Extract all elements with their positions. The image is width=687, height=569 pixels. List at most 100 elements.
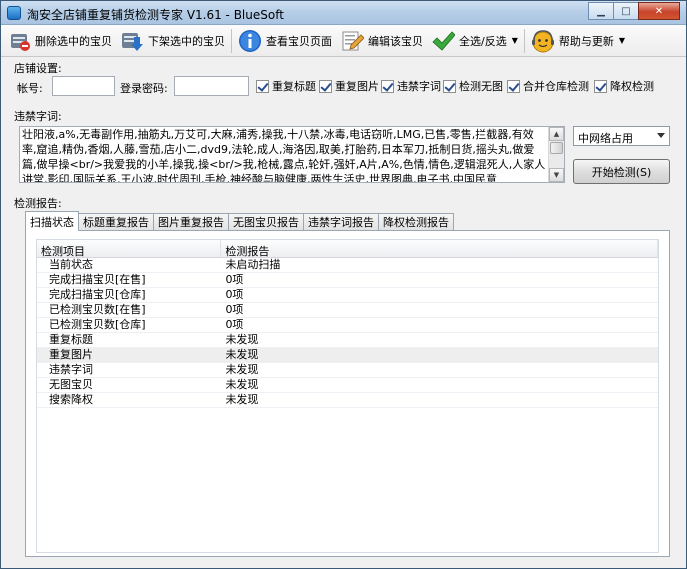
close-icon: ✕ bbox=[654, 5, 664, 17]
start-check-button[interactable]: 开始检测(S) bbox=[573, 159, 670, 184]
table-row[interactable]: 违禁字词 未发现 bbox=[37, 363, 658, 378]
banned-words-label: 违禁字词: bbox=[14, 110, 62, 123]
shop-settings-label: 店铺设置: bbox=[14, 62, 62, 75]
edit-pencil-icon bbox=[340, 29, 365, 53]
password-input[interactable] bbox=[174, 76, 249, 96]
network-mode-value: 中网络占用 bbox=[578, 132, 633, 145]
tab-downrank[interactable]: 降权检测报告 bbox=[378, 213, 454, 230]
account-input[interactable] bbox=[52, 76, 115, 96]
view-item-page-label: 查看宝贝页面 bbox=[266, 34, 332, 48]
row-item: 完成扫描宝贝[在售] bbox=[49, 273, 146, 286]
scan-status-panel: 检测项目 检测报告 当前状态 未启动扫描 完成扫描宝贝[在售] 0项 完成扫描宝贝[… bbox=[25, 230, 670, 557]
table-row[interactable]: 无图宝贝 未发现 bbox=[37, 378, 658, 393]
grid-header: 检测项目 检测报告 bbox=[37, 240, 658, 258]
check-duplicate-title[interactable]: 重复标题 bbox=[256, 78, 316, 94]
download-arrow-icon bbox=[120, 29, 144, 53]
checkbox-checked[interactable] bbox=[381, 79, 394, 93]
check-downrank[interactable]: 降权检测 bbox=[594, 78, 654, 94]
maximize-button[interactable]: □ bbox=[613, 2, 639, 20]
table-row[interactable]: 搜索降权 未发现 bbox=[37, 393, 658, 408]
select-all-toggle-button[interactable]: 全选/反选 ▼ bbox=[427, 26, 522, 56]
app-icon bbox=[7, 6, 21, 20]
check-label: 重复标题 bbox=[272, 80, 316, 93]
table-row[interactable]: 已检测宝贝数[仓库] 0项 bbox=[37, 318, 658, 333]
check-duplicate-image[interactable]: 重复图片 bbox=[319, 78, 379, 94]
row-result: 未发现 bbox=[225, 333, 259, 346]
main-window: 淘安全店铺重复铺货检测专家 V1.61 - BlueSoft ▁ □ ✕ 删除选… bbox=[0, 0, 687, 569]
row-result: 未发现 bbox=[225, 363, 259, 376]
check-label: 合并仓库检测 bbox=[523, 80, 589, 93]
tab-no-image[interactable]: 无图宝贝报告 bbox=[228, 213, 304, 230]
report-label: 检测报告: bbox=[14, 197, 62, 210]
row-item: 搜索降权 bbox=[49, 393, 93, 406]
row-result: 未发现 bbox=[225, 378, 259, 391]
help-update-button[interactable]: 帮助与更新 ▼ bbox=[527, 26, 629, 56]
vertical-scrollbar[interactable]: ▲ ▼ bbox=[548, 127, 564, 182]
support-agent-icon bbox=[531, 29, 555, 53]
row-result: 0项 bbox=[225, 288, 244, 301]
window-title: 淘安全店铺重复铺货检测专家 V1.61 - BlueSoft bbox=[27, 8, 284, 22]
table-row[interactable]: 完成扫描宝贝[仓库] 0项 bbox=[37, 288, 658, 303]
info-icon bbox=[238, 29, 262, 53]
delist-selected-button[interactable]: 下架选中的宝贝 bbox=[116, 26, 229, 56]
title-bar[interactable]: 淘安全店铺重复铺货检测专家 V1.61 - BlueSoft ▁ □ ✕ bbox=[1, 1, 686, 25]
toolbar-separator bbox=[231, 28, 232, 53]
check-no-image[interactable]: 检测无图 bbox=[443, 78, 503, 94]
account-label: 帐号: bbox=[17, 82, 43, 95]
table-row[interactable]: 重复图片 未发现 bbox=[37, 348, 658, 363]
checkbox-checked[interactable] bbox=[594, 79, 607, 93]
check-label: 重复图片 bbox=[335, 80, 379, 93]
row-result: 未启动扫描 bbox=[225, 258, 281, 271]
select-all-toggle-label: 全选/反选 bbox=[459, 34, 507, 48]
table-row[interactable]: 已检测宝贝数[在售] 0项 bbox=[37, 303, 658, 318]
minimize-button[interactable]: ▁ bbox=[588, 2, 614, 20]
row-result: 未发现 bbox=[225, 393, 259, 406]
row-item: 违禁字词 bbox=[49, 363, 93, 376]
edit-item-label: 编辑该宝贝 bbox=[368, 34, 423, 48]
window-controls: ▁ □ ✕ bbox=[588, 2, 680, 20]
delete-selected-button[interactable]: 删除选中的宝贝 bbox=[3, 26, 116, 56]
row-item: 已检测宝贝数[仓库] bbox=[49, 318, 146, 331]
table-row[interactable]: 完成扫描宝贝[在售] 0项 bbox=[37, 273, 658, 288]
checkbox-checked[interactable] bbox=[319, 79, 332, 93]
tab-banned-words[interactable]: 违禁字词报告 bbox=[303, 213, 379, 230]
row-item: 无图宝贝 bbox=[49, 378, 93, 391]
row-result: 0项 bbox=[225, 273, 244, 286]
table-row[interactable]: 重复标题 未发现 bbox=[37, 333, 658, 348]
checkbox-checked[interactable] bbox=[256, 79, 269, 93]
banned-words-textarea[interactable]: 壮阳液,a%,无毒副作用,抽筋丸,万艾可,大麻,浦秀,操我,十八禁,冰毒,电话窃… bbox=[19, 126, 565, 183]
checkmark-icon bbox=[431, 29, 456, 53]
toolbar-separator bbox=[523, 28, 525, 53]
column-header[interactable]: 检测项目 bbox=[37, 240, 222, 258]
edit-item-button[interactable]: 编辑该宝贝 bbox=[336, 26, 427, 56]
scroll-up-icon[interactable]: ▲ bbox=[549, 127, 564, 141]
check-merge-warehouse[interactable]: 合并仓库检测 bbox=[507, 78, 589, 94]
row-item: 当前状态 bbox=[49, 258, 93, 271]
row-result: 0项 bbox=[225, 303, 244, 316]
tab-scan-status[interactable]: 扫描状态 bbox=[25, 211, 79, 231]
close-button[interactable]: ✕ bbox=[638, 2, 680, 20]
checkbox-checked[interactable] bbox=[443, 79, 456, 93]
password-label: 登录密码: bbox=[120, 82, 168, 95]
toolbar: 删除选中的宝贝 下架选中的宝贝 查看宝贝页面 编辑该宝贝 全选/反选 ▼ 帮助与… bbox=[1, 25, 686, 57]
scroll-down-icon[interactable]: ▼ bbox=[549, 168, 564, 182]
banned-words-text: 壮阳液,a%,无毒副作用,抽筋丸,万艾可,大麻,浦秀,操我,十八禁,冰毒,电话窃… bbox=[22, 128, 546, 183]
view-item-page-button[interactable]: 查看宝贝页面 bbox=[234, 26, 336, 56]
tab-image-duplicate[interactable]: 图片重复报告 bbox=[153, 213, 229, 230]
check-label: 违禁字词 bbox=[397, 80, 441, 93]
table-row[interactable]: 当前状态 未启动扫描 bbox=[37, 258, 658, 273]
row-item: 已检测宝贝数[在售] bbox=[49, 303, 146, 316]
maximize-icon: □ bbox=[621, 5, 631, 17]
row-item: 完成扫描宝贝[仓库] bbox=[49, 288, 146, 301]
dropdown-arrow-icon bbox=[657, 133, 665, 138]
chevron-down-icon: ▼ bbox=[618, 36, 626, 45]
scroll-thumb[interactable] bbox=[550, 142, 563, 154]
checkbox-checked[interactable] bbox=[507, 79, 520, 93]
column-header[interactable]: 检测报告 bbox=[221, 240, 658, 258]
delist-selected-label: 下架选中的宝贝 bbox=[148, 34, 225, 48]
tab-title-duplicate[interactable]: 标题重复报告 bbox=[78, 213, 154, 230]
check-label: 检测无图 bbox=[459, 80, 503, 93]
help-update-label: 帮助与更新 bbox=[558, 34, 614, 48]
check-banned-words[interactable]: 违禁字词 bbox=[381, 78, 441, 94]
network-mode-select[interactable]: 中网络占用 bbox=[573, 126, 670, 146]
